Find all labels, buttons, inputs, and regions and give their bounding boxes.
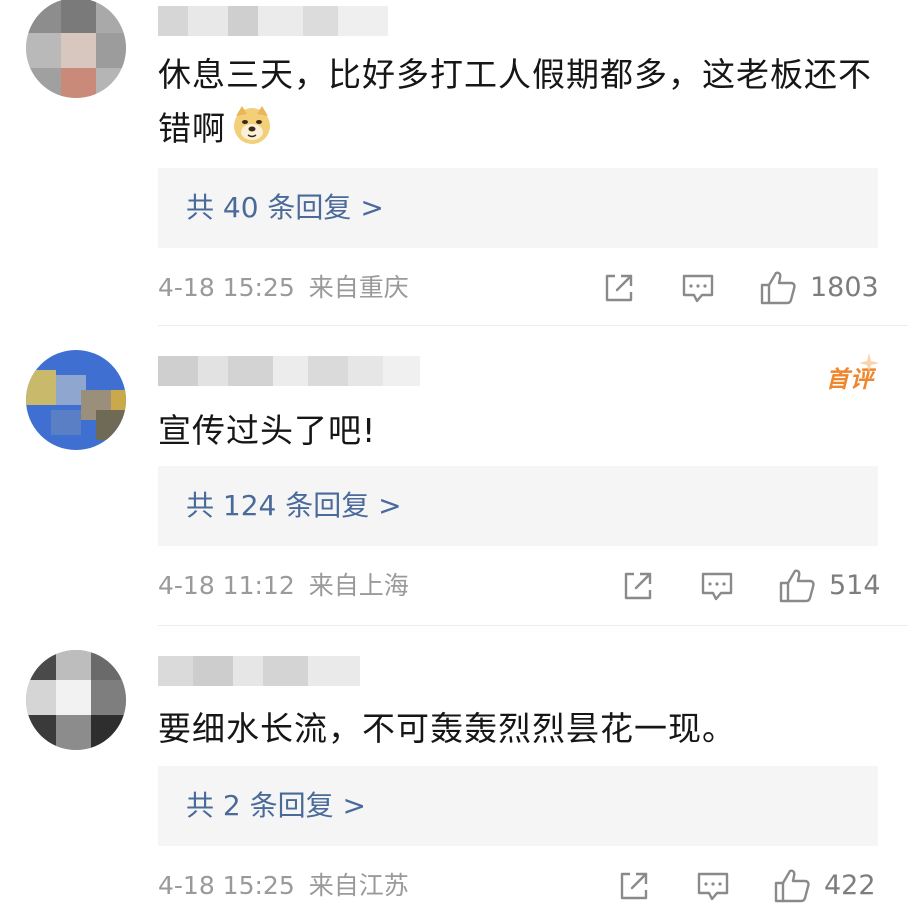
avatar[interactable] — [26, 650, 126, 750]
reply-summary-text: 共 2 条回复 > — [186, 789, 366, 822]
comment-location: 来自上海 — [308, 571, 409, 600]
reply-summary-button[interactable]: 共 124 条回复 > — [158, 466, 878, 546]
share-icon — [620, 872, 648, 900]
comment-location: 来自江苏 — [308, 871, 409, 900]
share-icon — [605, 274, 633, 302]
comment-item: 首评 宣传过头了吧! 共 124 条回复 > 4-18 11:12 来自上海 51… — [0, 326, 908, 626]
reply-summary-button[interactable]: 共 2 条回复 > — [158, 766, 878, 846]
doge-emoji-icon — [230, 102, 274, 146]
comment-meta: 4-18 15:25 来自重庆 — [158, 268, 409, 308]
thumbs-up-icon — [760, 271, 796, 305]
share-button[interactable] — [601, 270, 637, 310]
username-blurred[interactable] — [158, 356, 420, 386]
comment-button[interactable] — [699, 568, 735, 608]
comment-button[interactable] — [680, 270, 716, 310]
comment-text: 宣传过头了吧! — [158, 411, 377, 450]
share-icon — [624, 572, 652, 600]
share-button[interactable] — [620, 568, 656, 608]
comment-icon — [701, 572, 733, 601]
comment-date: 4-18 15:25 — [158, 273, 295, 302]
comment-location: 来自重庆 — [308, 273, 409, 302]
badge-sparkle-icon — [859, 353, 879, 373]
like-count: 422 — [824, 870, 876, 901]
comment-item: 要细水长流，不可轰轰烈烈昙花一现。 共 2 条回复 > 4-18 15:25 来自… — [0, 626, 908, 917]
comment-item: 休息三天，比好多打工人假期都多，这老板还不错啊 共 40 条回复 > 4-18 … — [0, 0, 908, 326]
comment-icon — [682, 274, 714, 303]
comment-text: 休息三天，比好多打工人假期都多，这老板还不错啊 — [158, 48, 878, 156]
like-button[interactable]: 422 — [772, 866, 878, 906]
thumbs-up-icon — [774, 869, 810, 903]
comment-text: 要细水长流，不可轰轰烈烈昙花一现。 — [158, 709, 736, 748]
username-blurred[interactable] — [158, 656, 360, 686]
thumbs-up-icon — [779, 569, 815, 603]
share-button[interactable] — [616, 868, 652, 908]
reply-summary-text: 共 124 条回复 > — [186, 489, 402, 522]
comment-meta: 4-18 15:25 来自江苏 — [158, 866, 409, 906]
like-count: 514 — [829, 570, 881, 601]
comment-meta: 4-18 11:12 来自上海 — [158, 566, 409, 606]
reply-summary-button[interactable]: 共 40 条回复 > — [158, 168, 878, 248]
comment-icon — [697, 872, 729, 901]
reply-summary-text: 共 40 条回复 > — [186, 191, 384, 224]
comment-button[interactable] — [695, 868, 731, 908]
avatar[interactable] — [26, 0, 126, 98]
like-button[interactable]: 514 — [777, 566, 881, 606]
username-blurred[interactable] — [158, 6, 388, 36]
like-button[interactable]: 1803 — [758, 268, 879, 308]
comment-date: 4-18 15:25 — [158, 871, 295, 900]
like-count: 1803 — [810, 272, 879, 303]
avatar[interactable] — [26, 350, 126, 450]
comment-date: 4-18 11:12 — [158, 571, 295, 600]
